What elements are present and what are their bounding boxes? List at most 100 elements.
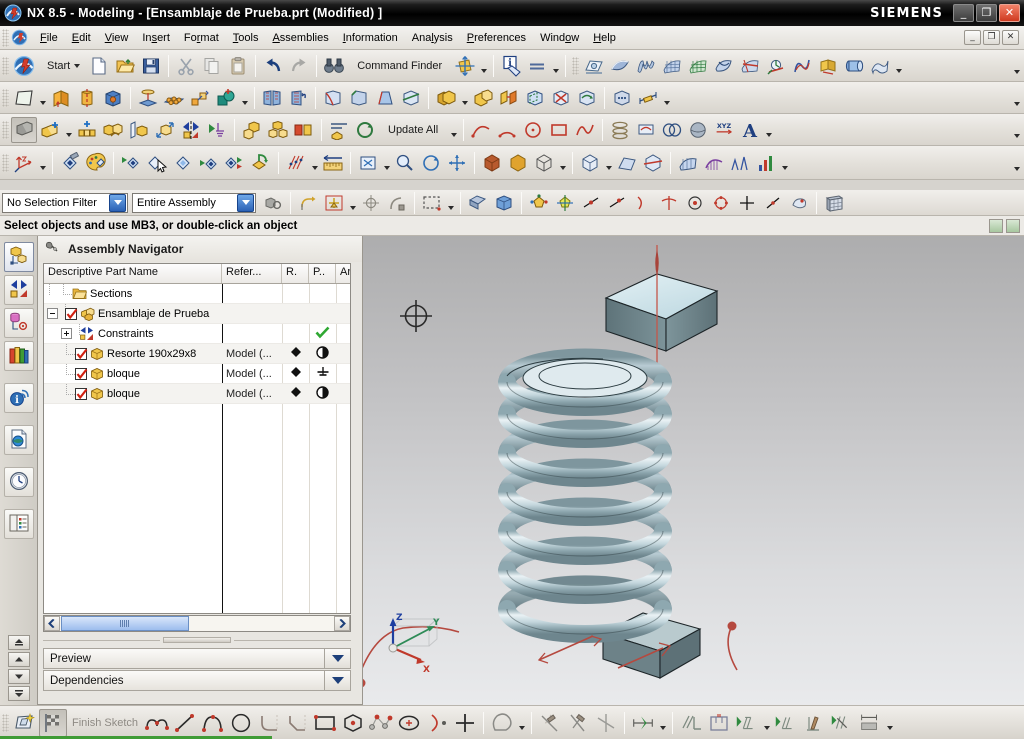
toolbar-overflow-button[interactable] bbox=[1010, 85, 1024, 111]
sew-icon[interactable] bbox=[470, 85, 496, 111]
relations-browser-icon[interactable] bbox=[828, 709, 856, 737]
chevron-right-icon[interactable] bbox=[334, 616, 350, 631]
chevron-down-icon[interactable] bbox=[893, 53, 904, 79]
endpoint-icon[interactable] bbox=[604, 190, 630, 216]
snap-center-icon[interactable] bbox=[358, 190, 384, 216]
sketch-toolbar-grip[interactable] bbox=[2, 713, 9, 732]
checkered-flag-icon[interactable] bbox=[39, 708, 67, 737]
rectangle-selection-icon[interactable] bbox=[419, 190, 445, 216]
sidebar-item-assembly-navigator[interactable] bbox=[3, 242, 34, 272]
start-menu-button[interactable]: Start bbox=[37, 53, 86, 79]
conic-icon[interactable] bbox=[423, 709, 451, 737]
graphics-viewport[interactable]: Z Y X bbox=[363, 236, 1024, 705]
mirror-feature-icon[interactable] bbox=[187, 85, 213, 111]
info-window-icon[interactable]: i bbox=[498, 53, 524, 79]
assembly-constraints-icon[interactable] bbox=[100, 117, 126, 143]
chevron-down-icon[interactable] bbox=[884, 710, 895, 736]
component-array-icon[interactable] bbox=[265, 117, 291, 143]
chevron-down-icon[interactable] bbox=[661, 85, 672, 111]
text-icon[interactable]: A bbox=[737, 117, 763, 143]
show-all-icon[interactable] bbox=[170, 150, 196, 176]
thread-icon[interactable] bbox=[285, 85, 311, 111]
sidebar-item-web-browser[interactable] bbox=[3, 425, 34, 455]
menu-view[interactable]: View bbox=[98, 29, 136, 47]
layer-grid-icon[interactable] bbox=[821, 190, 847, 216]
animate-dimension-icon[interactable] bbox=[800, 709, 828, 737]
display-palette-icon[interactable] bbox=[83, 150, 109, 176]
chevron-down-icon[interactable] bbox=[459, 85, 470, 111]
intersection-point-icon[interactable] bbox=[656, 190, 682, 216]
chevron-down-icon[interactable] bbox=[63, 117, 74, 143]
preview-panel-header[interactable]: Preview bbox=[43, 648, 351, 669]
auto-constrain-icon[interactable] bbox=[772, 709, 800, 737]
rectangle-curve-icon[interactable] bbox=[546, 117, 572, 143]
chevron-down-icon[interactable] bbox=[324, 649, 350, 668]
pan-view-icon[interactable] bbox=[444, 150, 470, 176]
orient-view-icon[interactable] bbox=[452, 53, 478, 79]
create-new-component-icon[interactable] bbox=[74, 117, 100, 143]
scroll-bottom-button[interactable] bbox=[7, 686, 30, 701]
table-row[interactable]: Ensamblaje de Prueba bbox=[44, 303, 350, 324]
expander-plus-icon[interactable] bbox=[61, 328, 72, 339]
edit-object-display-icon[interactable] bbox=[57, 150, 83, 176]
row-name-cell[interactable]: bloque bbox=[44, 363, 222, 384]
curve-analysis-icon[interactable] bbox=[701, 150, 727, 176]
rotate-view-icon[interactable] bbox=[418, 150, 444, 176]
chevron-down-icon[interactable] bbox=[381, 150, 392, 176]
show-selected-icon[interactable] bbox=[144, 150, 170, 176]
menu-tools[interactable]: Tools bbox=[226, 29, 266, 47]
sidebar-item-constraint-navigator[interactable] bbox=[3, 275, 34, 305]
menu-help[interactable]: Help bbox=[586, 29, 623, 47]
bridge-surface-icon[interactable] bbox=[789, 53, 815, 79]
hole-icon[interactable] bbox=[100, 85, 126, 111]
helix-curve-icon[interactable] bbox=[607, 117, 633, 143]
wcs-dynamics-icon[interactable] bbox=[11, 150, 37, 176]
make-symmetric-icon[interactable] bbox=[733, 709, 761, 737]
toolbar-overflow-button[interactable] bbox=[1010, 150, 1024, 176]
chamfer-feature-icon[interactable] bbox=[346, 85, 372, 111]
replace-face-icon[interactable] bbox=[574, 85, 600, 111]
tube-icon[interactable] bbox=[841, 53, 867, 79]
menu-file[interactable]: File bbox=[33, 29, 65, 47]
existing-point-icon[interactable] bbox=[578, 190, 604, 216]
polygon-icon[interactable] bbox=[339, 709, 367, 737]
snap-quadrant-icon[interactable] bbox=[384, 190, 410, 216]
floppy-disk-icon[interactable] bbox=[138, 53, 164, 79]
column-header-readonly[interactable]: R. bbox=[282, 264, 309, 283]
selection-filter-combo[interactable]: No Selection Filter bbox=[2, 192, 128, 213]
studio-surface-icon[interactable] bbox=[685, 53, 711, 79]
sidebar-item-help-on-context[interactable]: i bbox=[3, 383, 34, 413]
sheet-from-curves-icon[interactable] bbox=[867, 53, 893, 79]
four-point-surface-icon[interactable] bbox=[581, 53, 607, 79]
binoculars-icon[interactable] bbox=[321, 53, 347, 79]
chevron-down-icon[interactable] bbox=[516, 710, 527, 736]
vector-dialog-icon[interactable] bbox=[552, 190, 578, 216]
n-sided-surface-icon[interactable] bbox=[711, 53, 737, 79]
menu-information[interactable]: Information bbox=[336, 29, 405, 47]
quadrant-point-icon[interactable] bbox=[708, 190, 734, 216]
chevron-down-icon[interactable] bbox=[779, 150, 790, 176]
rectangle-icon[interactable] bbox=[311, 709, 339, 737]
chevron-down-icon[interactable] bbox=[763, 117, 774, 143]
move-to-layer-icon[interactable] bbox=[248, 150, 274, 176]
create-assembly-mirror-icon[interactable] bbox=[126, 117, 152, 143]
draft-icon[interactable] bbox=[372, 85, 398, 111]
section-analysis-icon[interactable] bbox=[753, 150, 779, 176]
surface-toolbar-grip[interactable] bbox=[572, 56, 580, 75]
chevron-down-icon[interactable] bbox=[557, 150, 568, 176]
update-structure-icon[interactable] bbox=[352, 117, 378, 143]
quick-extend-icon[interactable] bbox=[536, 709, 564, 737]
wave-geometry-linker-icon[interactable] bbox=[496, 85, 522, 111]
select-chain-icon[interactable] bbox=[295, 190, 321, 216]
row-name-cell[interactable]: Sections bbox=[44, 283, 222, 304]
assembly-navigator-toggle-button[interactable] bbox=[11, 116, 37, 143]
scroll-down-button[interactable] bbox=[7, 669, 30, 684]
expander-minus-icon[interactable] bbox=[47, 308, 58, 319]
shell-icon[interactable] bbox=[259, 85, 285, 111]
geometric-constraints-icon[interactable] bbox=[677, 709, 705, 737]
menubar-grip[interactable] bbox=[2, 28, 9, 47]
menu-preferences[interactable]: Preferences bbox=[460, 29, 533, 47]
exploded-view-icon[interactable] bbox=[291, 117, 317, 143]
offset-face-icon[interactable] bbox=[522, 85, 548, 111]
open-folder-icon[interactable] bbox=[112, 53, 138, 79]
